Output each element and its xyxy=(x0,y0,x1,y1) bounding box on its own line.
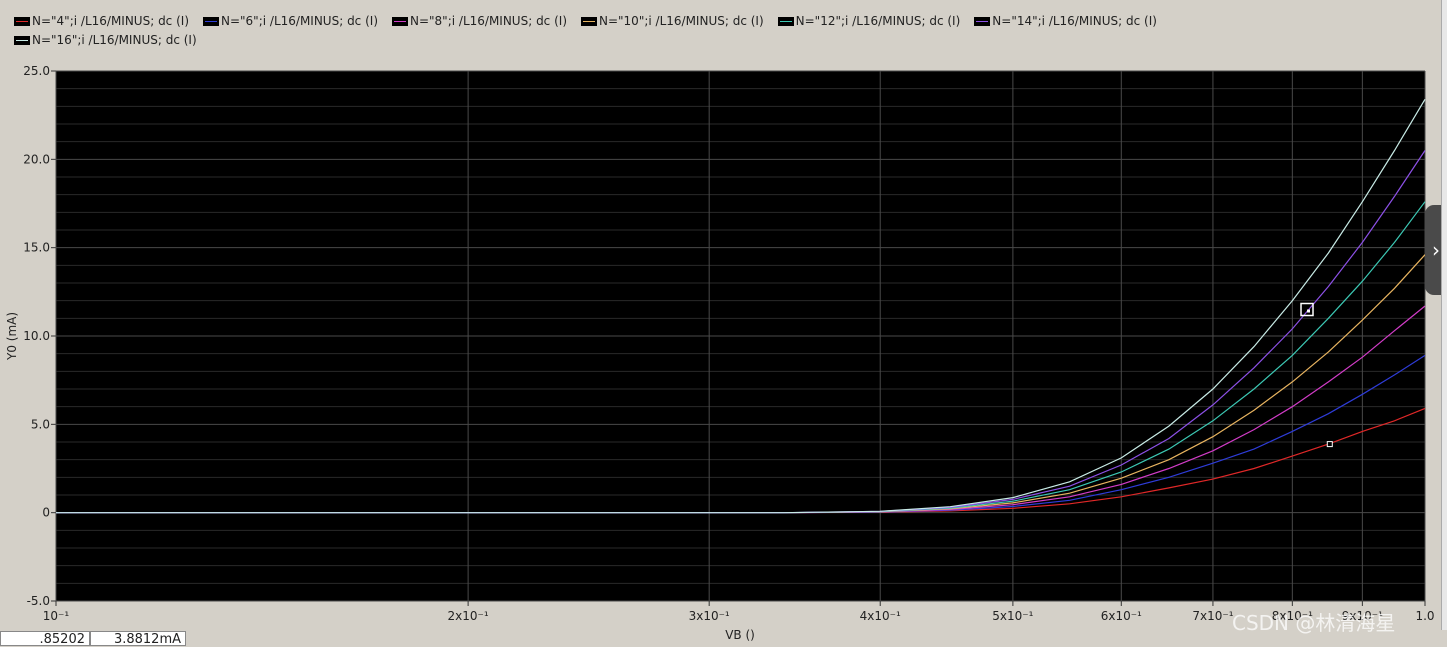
vertical-scrollbar[interactable] xyxy=(1441,0,1447,630)
y-tick-label: 25.0 xyxy=(23,64,50,78)
y-tick-label: 15.0 xyxy=(23,241,50,255)
cursor-y-value: 3.8812mA xyxy=(90,631,186,647)
x-tick-label: 4x10⁻¹ xyxy=(860,609,901,623)
y-axis-label: Y0 (mA) xyxy=(5,312,19,361)
y-tick-label: 5.0 xyxy=(31,417,50,431)
watermark: CSDN @林清海星 xyxy=(1232,611,1396,635)
x-tick-label: 3x10⁻¹ xyxy=(689,609,730,623)
chart[interactable]: 25.0 20.0 15.0 10.0 5.0 0 -5.010⁻¹ 2x10⁻¹ 3x10⁻¹… xyxy=(0,0,1447,647)
cursor-x-value: .85202 xyxy=(0,631,90,647)
cursor-marker-dot xyxy=(1307,309,1311,313)
y-tick-label: 20.0 xyxy=(23,152,50,166)
x-tick-label: 2x10⁻¹ xyxy=(448,609,489,623)
x-tick-label: 1.0 xyxy=(1415,609,1434,623)
x-tick-label: 7x10⁻¹ xyxy=(1192,609,1233,623)
cursor-readout: .85202 3.8812mA xyxy=(0,631,186,647)
y-tick-label: 10.0 xyxy=(23,329,50,343)
y-tick-label: -5.0 xyxy=(27,594,50,608)
data-marker[interactable] xyxy=(1326,441,1333,448)
x-tick-label: 10⁻¹ xyxy=(43,609,70,623)
x-tick-label: 6x10⁻¹ xyxy=(1101,609,1142,623)
x-tick-label: 5x10⁻¹ xyxy=(992,609,1033,623)
y-tick-label: 0 xyxy=(42,506,50,520)
x-axis-label: VB () xyxy=(725,628,755,642)
